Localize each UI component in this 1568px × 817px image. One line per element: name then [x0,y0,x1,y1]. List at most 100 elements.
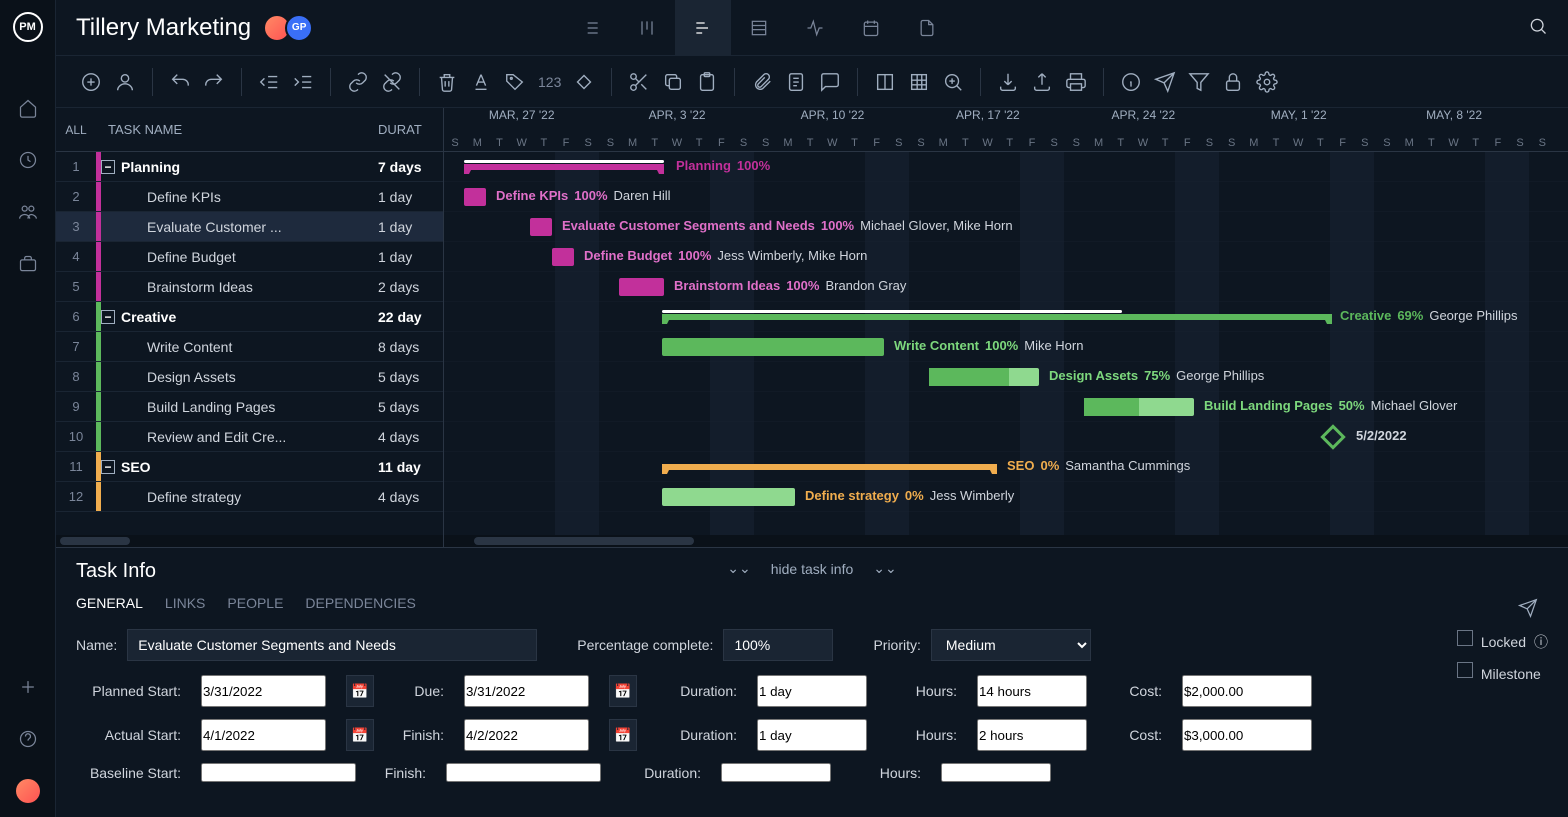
grid-icon[interactable] [904,67,934,97]
gantt-row[interactable]: Design Assets75%George Phillips [444,362,1568,392]
comment-icon[interactable] [815,67,845,97]
calendar-icon[interactable]: 📅 [609,719,637,751]
gantt-row[interactable]: Creative69%George Phillips [444,302,1568,332]
briefcase-icon[interactable] [16,252,40,276]
hours-input-2[interactable] [977,719,1087,751]
plus-icon[interactable] [16,675,40,699]
send-icon[interactable] [1150,67,1180,97]
unlink-icon[interactable] [377,67,407,97]
baseline-hours-input[interactable] [941,763,1051,782]
name-input[interactable] [127,629,537,661]
columns-icon[interactable] [870,67,900,97]
gantt-row[interactable]: SEO0%Samantha Cummings [444,452,1568,482]
hours-input-1[interactable] [977,675,1087,707]
zoom-icon[interactable] [938,67,968,97]
tool-123[interactable]: 123 [534,74,565,90]
info-icon[interactable]: ⓘ [1534,632,1548,652]
gantt-task-bar[interactable] [1084,398,1194,416]
duration-input-2[interactable] [757,719,867,751]
milestone-checkbox[interactable] [1457,662,1473,678]
text-color-icon[interactable] [466,67,496,97]
task-row[interactable]: 8 Design Assets 5 days [56,362,443,392]
gantt-group-bar[interactable] [464,164,664,170]
export-icon[interactable] [1027,67,1057,97]
calendar-icon[interactable]: 📅 [346,719,374,751]
undo-icon[interactable] [165,67,195,97]
chevron-down-icon[interactable]: ⌄⌄ [873,560,896,577]
col-all[interactable]: ALL [56,123,96,137]
task-row[interactable]: 7 Write Content 8 days [56,332,443,362]
duration-input-1[interactable] [757,675,867,707]
indent-icon[interactable] [288,67,318,97]
gantt-task-bar[interactable] [552,248,574,266]
milestone-icon[interactable] [569,67,599,97]
due-input[interactable] [464,675,589,707]
locked-checkbox[interactable] [1457,630,1473,646]
baseline-start-input[interactable] [201,763,356,782]
tab-links[interactable]: LINKS [165,595,205,611]
cost-input-2[interactable] [1182,719,1312,751]
actual-start-input[interactable] [201,719,326,751]
paste-icon[interactable] [692,67,722,97]
task-row[interactable]: 9 Build Landing Pages 5 days [56,392,443,422]
tab-general[interactable]: GENERAL [76,595,143,611]
gantt-task-bar[interactable] [530,218,552,236]
calendar-icon[interactable]: 📅 [346,675,374,707]
planned-start-input[interactable] [201,675,326,707]
gantt-group-bar[interactable] [662,314,1332,320]
gantt-task-bar[interactable] [464,188,486,206]
activity-view-icon[interactable] [787,0,843,56]
finish-input[interactable] [464,719,589,751]
cost-input-1[interactable] [1182,675,1312,707]
gantt-row[interactable]: Build Landing Pages50%Michael Glover [444,392,1568,422]
home-icon[interactable] [16,96,40,120]
outdent-icon[interactable] [254,67,284,97]
task-row[interactable]: 11 − SEO 11 day [56,452,443,482]
gantt-task-bar[interactable] [662,338,884,356]
tab-people[interactable]: PEOPLE [227,595,283,611]
redo-icon[interactable] [199,67,229,97]
col-task-name[interactable]: TASK NAME [96,122,378,137]
team-icon[interactable] [16,200,40,224]
gantt-group-bar[interactable] [662,464,997,470]
collapse-icon[interactable]: − [101,160,115,174]
gantt-row[interactable]: Define KPIs100%Daren Hill [444,182,1568,212]
task-row[interactable]: 3 Evaluate Customer ... 1 day [56,212,443,242]
collapse-icon[interactable]: − [101,460,115,474]
task-row[interactable]: 10 Review and Edit Cre... 4 days [56,422,443,452]
help-icon[interactable] [16,727,40,751]
col-duration[interactable]: DURAT [378,122,443,137]
pct-input[interactable] [723,629,833,661]
copy-icon[interactable] [658,67,688,97]
task-row[interactable]: 1 − Planning 7 days [56,152,443,182]
gantt-task-bar[interactable] [929,368,1039,386]
sheet-view-icon[interactable] [731,0,787,56]
project-members[interactable]: GP [269,14,313,42]
task-row[interactable]: 12 Define strategy 4 days [56,482,443,512]
gantt-row[interactable]: Evaluate Customer Segments and Needs100%… [444,212,1568,242]
import-icon[interactable] [993,67,1023,97]
settings-icon[interactable] [1252,67,1282,97]
task-list-scrollbar[interactable] [56,535,443,547]
task-row[interactable]: 6 − Creative 22 day [56,302,443,332]
link-icon[interactable] [343,67,373,97]
gantt-row[interactable]: Planning100% [444,152,1568,182]
gantt-task-bar[interactable] [619,278,664,296]
baseline-duration-input[interactable] [721,763,831,782]
gantt-scrollbar[interactable] [444,535,1568,547]
user-avatar-icon[interactable] [16,779,40,803]
hide-task-info-link[interactable]: hide task info [771,561,854,577]
cut-icon[interactable] [624,67,654,97]
calendar-view-icon[interactable] [843,0,899,56]
board-view-icon[interactable] [619,0,675,56]
task-row[interactable]: 4 Define Budget 1 day [56,242,443,272]
tab-dependencies[interactable]: DEPENDENCIES [305,595,415,611]
gantt-row[interactable]: 5/2/2022 [444,422,1568,452]
clock-icon[interactable] [16,148,40,172]
avatar[interactable]: GP [285,14,313,42]
file-view-icon[interactable] [899,0,955,56]
milestone-diamond[interactable] [1320,424,1345,449]
task-row[interactable]: 5 Brainstorm Ideas 2 days [56,272,443,302]
gantt-row[interactable]: Write Content100%Mike Horn [444,332,1568,362]
tag-icon[interactable] [500,67,530,97]
